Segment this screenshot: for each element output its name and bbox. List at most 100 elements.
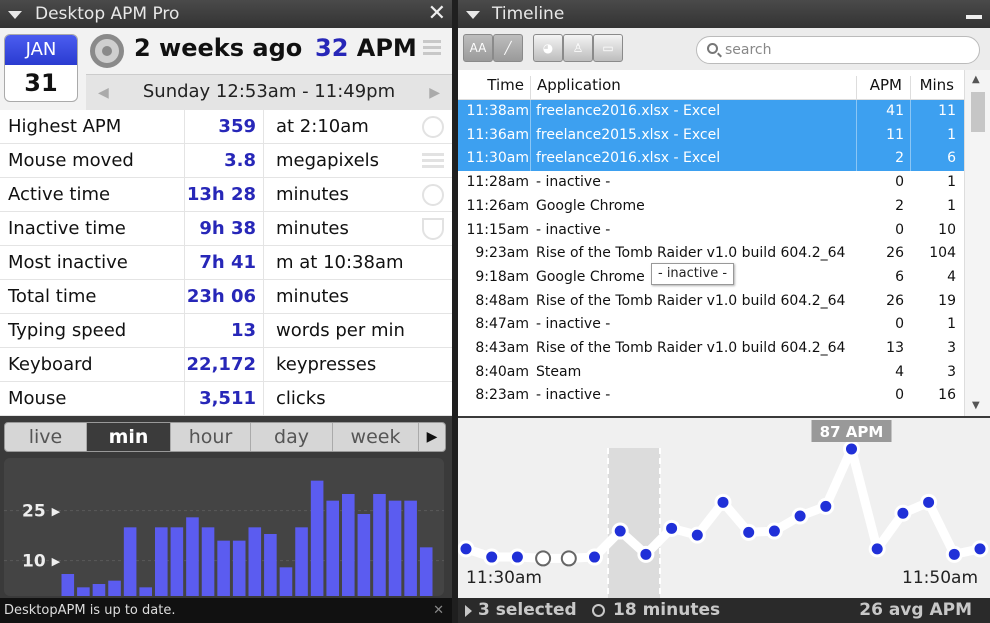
tab-week[interactable]: week (333, 423, 419, 451)
tab-min[interactable]: min (87, 423, 171, 451)
selection-band (608, 448, 660, 598)
average-apm: 26 avg APM (859, 600, 972, 620)
next-day-arrow-icon[interactable]: ▶ (429, 85, 440, 101)
scroll-down-icon[interactable]: ▼ (972, 400, 980, 411)
cell-time: 11:15am (466, 221, 529, 238)
bar (232, 540, 246, 596)
table-row[interactable]: 11:15am - inactive - 0 10 (458, 219, 964, 243)
bar (295, 527, 308, 596)
search-input[interactable] (725, 40, 965, 60)
activity-table: Time Application APM Mins 11:38am freelan… (458, 70, 990, 416)
scroll-thumb[interactable] (971, 92, 985, 132)
table-row[interactable]: 11:30am freelance2016.xlsx - Excel 2 6 (458, 147, 964, 172)
search-box[interactable] (696, 36, 980, 64)
tab-live[interactable]: live (5, 423, 87, 451)
tab-hour[interactable]: hour (171, 423, 251, 451)
cell-app: freelance2016.xlsx - Excel (536, 150, 721, 167)
selected-duration: 18 minutes (613, 600, 721, 620)
apm-unit: APM (356, 34, 417, 62)
table-scrollbar[interactable]: ▲ ▼ (964, 70, 990, 416)
right-title-bar[interactable]: Timeline (458, 0, 990, 28)
minimize-icon[interactable] (966, 15, 982, 19)
stat-label: Mouse moved (8, 150, 134, 171)
bar (201, 527, 215, 596)
bar-chart-svg: 25 ▸ 10 ▸ (4, 480, 444, 596)
expand-triangle-icon[interactable] (465, 605, 472, 617)
timeline-start-label: 11:30am (466, 568, 542, 588)
bar (186, 517, 199, 596)
graph-icon[interactable]: ╱ (493, 34, 523, 62)
tab-day[interactable]: day (251, 423, 333, 451)
font-size-icon[interactable]: AA (463, 34, 493, 62)
table-row[interactable]: 8:48am Rise of the Tomb Raider v1.0 build… (458, 290, 964, 314)
table-row[interactable]: 8:43am Rise of the Tomb Raider v1.0 build… (458, 337, 964, 361)
search-icon (707, 43, 718, 54)
users-icon[interactable]: ♙ (563, 34, 593, 62)
cell-time: 9:23am (475, 245, 529, 262)
column-apm[interactable]: APM (858, 76, 902, 94)
cell-time: 11:38am (466, 103, 529, 119)
bar (279, 567, 293, 596)
cell-apm: 26 (886, 245, 904, 262)
cell-app: freelance2015.xlsx - Excel (536, 126, 721, 143)
stat-row: Typing speed 13 words per min (0, 314, 452, 348)
table-row[interactable]: 11:26am Google Chrome 2 1 (458, 195, 964, 219)
table-row[interactable]: 8:23am - inactive - 0 16 (458, 384, 964, 408)
circle-icon[interactable] (422, 184, 444, 206)
column-mins[interactable]: Mins (910, 76, 954, 94)
bar (77, 587, 90, 596)
column-time[interactable]: Time (458, 76, 524, 94)
timeline-point (458, 540, 475, 558)
drive-icon[interactable]: ▭ (593, 34, 623, 62)
close-icon[interactable]: ✕ (428, 0, 446, 28)
table-row[interactable]: 8:40am Steam 4 3 (458, 361, 964, 385)
cell-app: Steam (536, 363, 582, 380)
status-close-icon[interactable]: ✕ (433, 598, 444, 623)
bar (123, 527, 137, 596)
calendar-icon[interactable]: JAN 31 (4, 34, 78, 102)
app-title: Desktop APM Pro (35, 4, 180, 24)
cell-app: Google Chrome (536, 268, 645, 285)
clock-icon (592, 604, 605, 617)
table-row[interactable]: 11:28am - inactive - 0 1 (458, 171, 964, 195)
status-text: DesktopAPM is up to date. (4, 603, 176, 618)
scroll-up-icon[interactable]: ▲ (972, 74, 980, 85)
column-application[interactable]: Application (537, 76, 621, 94)
cell-apm: 0 (895, 174, 904, 191)
timeline-point (843, 440, 860, 458)
table-row[interactable]: 8:47am - inactive - 0 1 (458, 313, 964, 337)
status-bar: DesktopAPM is up to date. ✕ (0, 598, 452, 623)
apm-bar-chart: 25 ▸ 10 ▸ (4, 458, 444, 596)
gear-icon[interactable] (422, 116, 444, 138)
timeline-point (714, 493, 732, 511)
stat-value: 13h 28 (186, 184, 256, 205)
stat-row: Total time 23h 06 minutes (0, 280, 452, 314)
bar (388, 500, 402, 596)
collapse-triangle-icon[interactable] (8, 11, 22, 19)
timeline-status-bar: 3 selected 18 minutes 26 avg APM (458, 598, 990, 623)
collapse-triangle-icon[interactable] (466, 11, 480, 19)
left-title-bar[interactable]: Desktop APM Pro ✕ (0, 0, 452, 28)
timeline-toolbar: AA ╱ ◕ ♙ ▭ (458, 28, 990, 70)
bar (248, 527, 262, 596)
trophy-icon[interactable] (422, 218, 444, 240)
cell-apm: 26 (886, 292, 904, 309)
list-icon[interactable] (422, 150, 444, 172)
apm-value: 32 (315, 34, 349, 62)
filter-icon[interactable] (423, 40, 441, 62)
stats-table: Highest APM 359 at 2:10am Mouse moved 3.… (0, 110, 452, 416)
calendar-month: JAN (5, 35, 77, 65)
table-row[interactable]: 11:36am freelance2015.xlsx - Excel 11 1 (458, 123, 964, 148)
stat-unit: minutes (276, 218, 349, 239)
pie-icon[interactable]: ◕ (533, 34, 563, 62)
date-header: JAN 31 2 weeks ago 32 APM ◀ Sunday 12:53… (0, 28, 452, 110)
table-row[interactable]: 11:38am freelance2016.xlsx - Excel 41 11 (458, 100, 964, 124)
play-icon[interactable]: ▶ (419, 423, 445, 451)
timeline-chart[interactable]: 87 APM 11:30am 11:50am (458, 418, 990, 598)
stat-value: 3,511 (199, 388, 256, 409)
cell-mins: 1 (947, 316, 956, 333)
bar (419, 547, 433, 596)
cell-apm: 0 (895, 316, 904, 333)
timeline-point (663, 519, 681, 537)
gear-icon[interactable] (90, 34, 124, 68)
